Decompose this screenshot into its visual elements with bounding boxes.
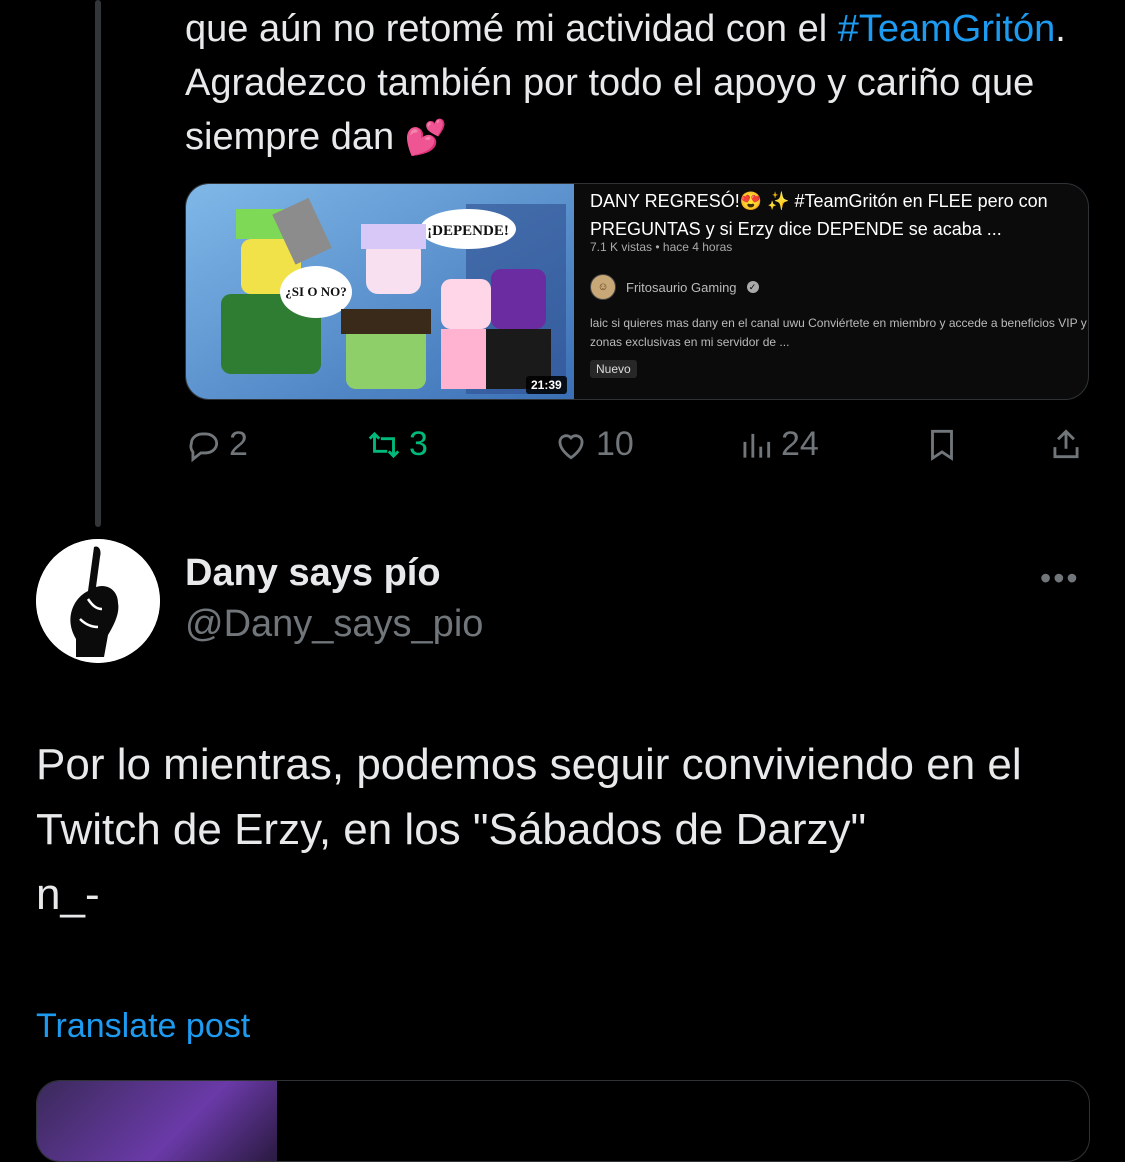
bookmark-button[interactable] [923,425,961,463]
author-handle[interactable]: @Dany_says_pio [185,603,483,646]
like-count: 10 [596,425,634,463]
more-options-button[interactable]: ••• [1040,560,1080,597]
views-button[interactable]: 24 [737,425,819,464]
previous-post-text-start: que aún no retomé mi actividad con el [185,8,838,50]
new-badge: Nuevo [590,360,637,378]
video-title[interactable]: DANY REGRESÓ!😍 ✨ #TeamGritón en FLEE per… [590,187,1070,243]
video-info: DANY REGRESÓ!😍 ✨ #TeamGritón en FLEE per… [590,184,1088,399]
retweet-button[interactable]: 3 [365,425,428,464]
video-description: laic si quieres mas dany en el canal uwu… [590,316,1087,349]
hashtag-link[interactable]: #TeamGritón [838,8,1056,50]
channel-name[interactable]: Fritosaurio Gaming [626,280,737,295]
verified-check-icon: ✓ [746,281,759,293]
thread-connector-line [95,0,101,527]
retweet-icon [368,431,400,458]
like-button[interactable]: 10 [552,425,634,464]
media-thumbnail[interactable] [37,1081,277,1161]
thumbnail-illustration: ¡DEPENDE! ¿SI O NO? [186,184,574,399]
share-icon [1053,429,1079,459]
share-button[interactable] [1047,425,1085,463]
heart-icon [558,433,584,459]
reply-icon [189,431,219,462]
attached-media-card[interactable] [36,1080,1090,1162]
thumbnail-bubble-depende: ¡DEPENDE! [427,223,509,239]
video-duration: 21:39 [526,376,567,394]
channel-avatar: ☺ [590,274,616,300]
reply-count: 2 [229,425,248,463]
views-count: 24 [781,425,819,463]
video-meta: 7.1 K vistas • hace 4 horas [590,240,733,254]
avatar[interactable] [36,539,160,663]
post-body: Por lo mientras, podemos seguir convivie… [36,740,1022,919]
bookmark-icon [931,429,953,461]
video-thumbnail[interactable]: ¡DEPENDE! ¿SI O NO? 21:39 [186,184,574,399]
retweet-count: 3 [409,425,428,463]
analytics-icon [743,433,771,458]
post-action-bar: 2 3 10 24 [185,425,1090,475]
previous-post-text: que aún no retomé mi actividad con el #T… [185,2,1085,165]
reply-button[interactable]: 2 [185,425,248,464]
two-hearts-emoji: 💕 [404,119,448,157]
author-display-name[interactable]: Dany says pío [185,552,441,595]
channel-row: ☺ Fritosaurio Gaming ✓ [590,274,759,300]
thumbnail-bubble-si-o-no: ¿SI O NO? [285,284,346,299]
hand-gesture-icon [36,539,160,663]
translate-post-link[interactable]: Translate post [36,1007,250,1046]
youtube-link-card[interactable]: ¡DEPENDE! ¿SI O NO? 21:39 DANY REGRESÓ!😍… [185,183,1089,400]
